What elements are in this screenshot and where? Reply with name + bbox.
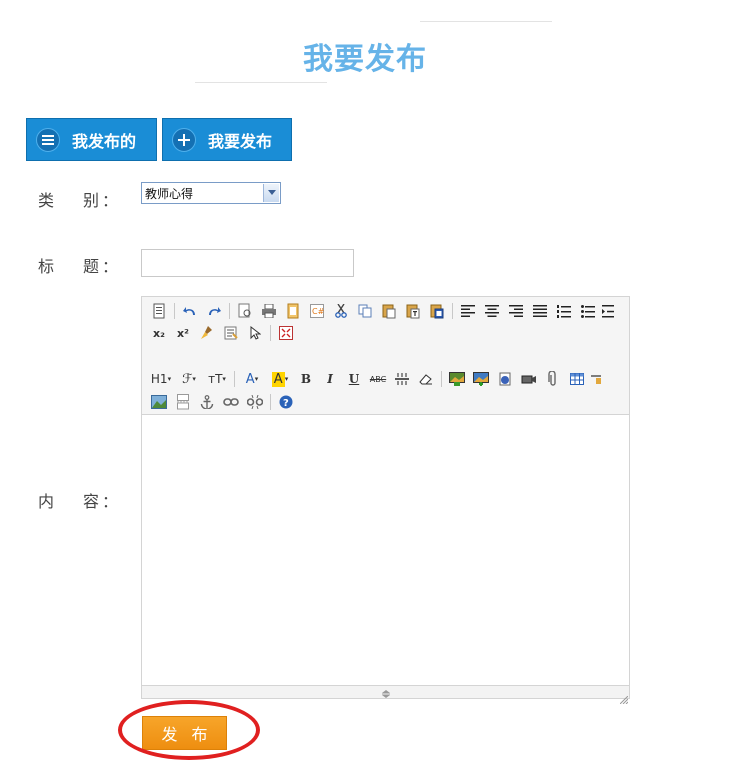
cut-icon[interactable]	[330, 300, 352, 322]
highlight-color-dropdown[interactable]: A ▾	[267, 368, 293, 390]
resize-grip-icon[interactable]	[619, 689, 629, 705]
paste-icon[interactable]	[378, 300, 400, 322]
rich-text-editor: C# x₂ x² H1 ▾ ℱ ▾ тT ▾ A ▾ A ▾ B I U ABC…	[141, 296, 630, 705]
annotation-highlight-circle	[118, 700, 260, 760]
horizontal-rule-icon[interactable]	[391, 368, 413, 390]
print-icon[interactable]	[258, 300, 280, 322]
preview-icon[interactable]	[234, 300, 256, 322]
title-divider-top	[420, 21, 552, 22]
align-right-icon[interactable]	[505, 300, 527, 322]
superscript-button[interactable]: x²	[172, 322, 194, 344]
template-icon[interactable]	[282, 300, 304, 322]
align-left-icon[interactable]	[457, 300, 479, 322]
insert-images-icon[interactable]	[470, 368, 492, 390]
toolbar-separator	[270, 394, 271, 410]
font-color-dropdown[interactable]: A ▾	[239, 368, 265, 390]
source-icon[interactable]	[148, 300, 170, 322]
toolbar-separator	[270, 325, 271, 341]
indent-icon[interactable]	[601, 300, 615, 322]
font-size-dropdown[interactable]: тT ▾	[204, 368, 230, 390]
select-all-cursor-icon[interactable]	[244, 322, 266, 344]
toolbar-separator	[441, 371, 442, 387]
list-icon	[36, 127, 60, 152]
toolbar-row-2: x₂ x²	[148, 322, 299, 344]
page-title: 我要发布	[303, 42, 427, 77]
chevron-down-icon	[263, 184, 279, 202]
copy-icon[interactable]	[354, 300, 376, 322]
plus-icon	[172, 127, 196, 152]
code-icon[interactable]: C#	[306, 300, 328, 322]
ordered-list-icon[interactable]	[553, 300, 575, 322]
paste-text-icon[interactable]	[402, 300, 424, 322]
unordered-list-icon[interactable]	[577, 300, 599, 322]
my-posts-button[interactable]: 我发布的	[26, 118, 157, 161]
toolbar-separator	[234, 371, 235, 387]
align-center-icon[interactable]	[481, 300, 503, 322]
toolbar-separator	[229, 303, 230, 319]
toolbar-row-3: H1 ▾ ℱ ▾ тT ▾ A ▾ A ▾ B I U ABC	[148, 368, 604, 390]
toolbar-row-1: C#	[148, 300, 617, 322]
editor-resize-bar[interactable]	[142, 685, 629, 705]
new-post-button[interactable]: 我要发布	[162, 118, 292, 161]
heading-dropdown[interactable]: H1 ▾	[148, 368, 174, 390]
auto-format-icon[interactable]	[220, 322, 242, 344]
redo-icon[interactable]	[203, 300, 225, 322]
align-justify-icon[interactable]	[529, 300, 551, 322]
undo-icon[interactable]	[179, 300, 201, 322]
insert-table-icon[interactable]	[566, 368, 588, 390]
content-label: 内容：	[38, 492, 122, 511]
insert-media-icon[interactable]	[518, 368, 540, 390]
subscript-button[interactable]: x₂	[148, 322, 170, 344]
title-label: 标题：	[38, 257, 122, 276]
editor-content-area[interactable]	[142, 415, 629, 685]
title-divider-bottom	[195, 82, 327, 83]
toolbar-separator	[452, 303, 453, 319]
italic-button[interactable]: I	[319, 368, 341, 390]
title-input[interactable]	[141, 249, 354, 277]
category-select[interactable]: 教师心得	[141, 182, 281, 204]
my-posts-label: 我发布的	[72, 131, 137, 151]
new-post-label: 我要发布	[208, 131, 273, 151]
link-icon[interactable]	[220, 391, 242, 413]
toolbar-separator	[174, 303, 175, 319]
page-break-icon[interactable]	[590, 368, 602, 390]
svg-text:C#: C#	[312, 307, 324, 316]
fullscreen-icon[interactable]	[275, 322, 297, 344]
bold-button[interactable]: B	[295, 368, 317, 390]
category-select-value: 教师心得	[145, 186, 194, 201]
anchor-icon[interactable]	[196, 391, 218, 413]
insert-flash-icon[interactable]	[494, 368, 516, 390]
clear-format-brush-icon[interactable]	[196, 322, 218, 344]
insert-image-icon[interactable]	[446, 368, 468, 390]
unlink-icon[interactable]	[244, 391, 266, 413]
image-gallery-icon[interactable]	[148, 391, 170, 413]
underline-button[interactable]: U	[343, 368, 365, 390]
eraser-icon[interactable]	[415, 368, 437, 390]
editor-toolbar: C# x₂ x² H1 ▾ ℱ ▾ тT ▾ A ▾ A ▾ B I U ABC…	[142, 297, 629, 415]
category-label: 类别：	[38, 191, 122, 210]
help-icon[interactable]: ?	[275, 391, 297, 413]
svg-text:?: ?	[283, 398, 289, 409]
font-family-dropdown[interactable]: ℱ ▾	[176, 368, 202, 390]
insert-frame-icon[interactable]	[172, 391, 194, 413]
resize-handle-icon	[379, 683, 393, 702]
strikethrough-button[interactable]: ABC	[367, 368, 389, 390]
paste-word-icon[interactable]	[426, 300, 448, 322]
toolbar-row-4: ?	[148, 391, 299, 413]
attachment-icon[interactable]	[542, 368, 564, 390]
